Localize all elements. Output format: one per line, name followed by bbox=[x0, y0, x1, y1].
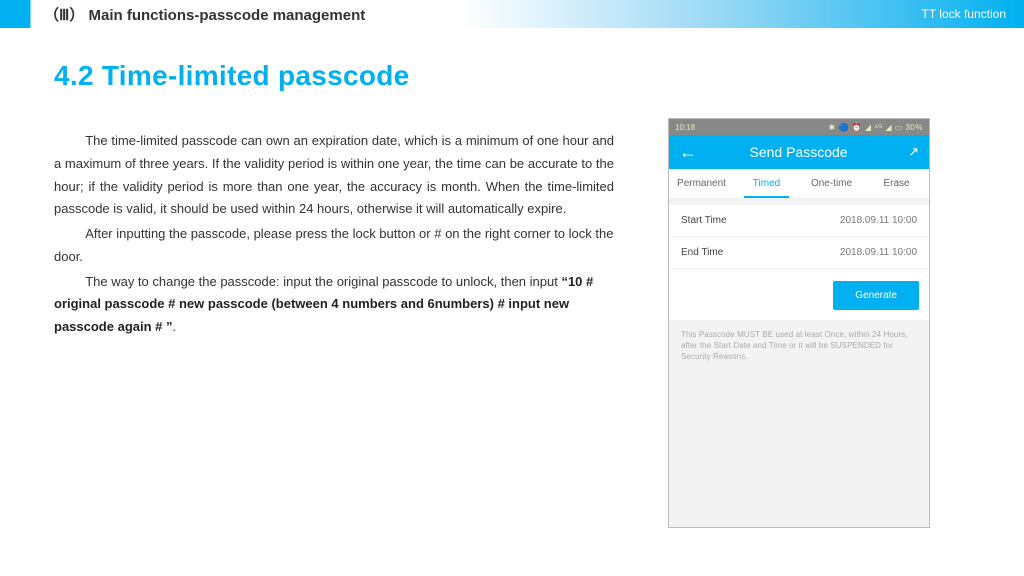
app-bar: ← Send Passcode ↗ bbox=[669, 135, 929, 169]
p2-text: After inputting the passcode, please pre… bbox=[54, 226, 613, 264]
page-title: 4.2 Time-limited passcode bbox=[54, 60, 614, 92]
end-time-label: End Time bbox=[681, 247, 723, 258]
p1-text: The time-limited passcode can own an exp… bbox=[54, 133, 614, 216]
generate-button[interactable]: Generate bbox=[833, 281, 919, 310]
status-indicators: ✱ 🔵 ⏰ ◢ ⁴ᴳ ◢ ▭ 30% bbox=[829, 123, 923, 132]
start-time-value: 2018.09.11 10:00 bbox=[840, 215, 917, 226]
top-bar: （Ⅲ） Main functions-passcode management T… bbox=[0, 0, 1024, 28]
start-time-row[interactable]: Start Time 2018.09.11 10:00 bbox=[669, 205, 929, 237]
end-time-row[interactable]: End Time 2018.09.11 10:00 bbox=[669, 237, 929, 269]
share-icon[interactable]: ↗ bbox=[908, 144, 919, 160]
paragraph-1: The time-limited passcode can own an exp… bbox=[54, 130, 614, 221]
tab-timed[interactable]: Timed bbox=[734, 169, 799, 198]
tab-one-time[interactable]: One-time bbox=[799, 169, 864, 198]
phone-screenshot: 10:18 ✱ 🔵 ⏰ ◢ ⁴ᴳ ◢ ▭ 30% ← Send Passcode… bbox=[668, 118, 930, 528]
passcode-tabs: Permanent Timed One-time Erase bbox=[669, 169, 929, 199]
start-time-label: Start Time bbox=[681, 215, 727, 226]
generate-wrap: Generate bbox=[669, 269, 929, 320]
time-rows: Start Time 2018.09.11 10:00 End Time 201… bbox=[669, 205, 929, 269]
section-title: （Ⅲ） Main functions-passcode management bbox=[44, 4, 365, 25]
phone-status-bar: 10:18 ✱ 🔵 ⏰ ◢ ⁴ᴳ ◢ ▭ 30% bbox=[669, 119, 929, 135]
app-title: Send Passcode bbox=[689, 144, 908, 160]
tab-erase[interactable]: Erase bbox=[864, 169, 929, 198]
paragraph-2: After inputting the passcode, please pre… bbox=[54, 223, 614, 269]
p3a-text: The way to change the passcode: input th… bbox=[85, 274, 561, 289]
header-right-label: TT lock function bbox=[922, 7, 1006, 21]
tab-permanent[interactable]: Permanent bbox=[669, 169, 734, 198]
passcode-note: This Passcode MUST BE used at least Once… bbox=[669, 320, 929, 372]
paragraph-3: The way to change the passcode: input th… bbox=[54, 271, 614, 339]
p3c-text: . bbox=[173, 319, 177, 334]
end-time-value: 2018.09.11 10:00 bbox=[840, 247, 917, 258]
content-column: 4.2 Time-limited passcode The time-limit… bbox=[54, 60, 614, 341]
status-time: 10:18 bbox=[675, 123, 695, 132]
